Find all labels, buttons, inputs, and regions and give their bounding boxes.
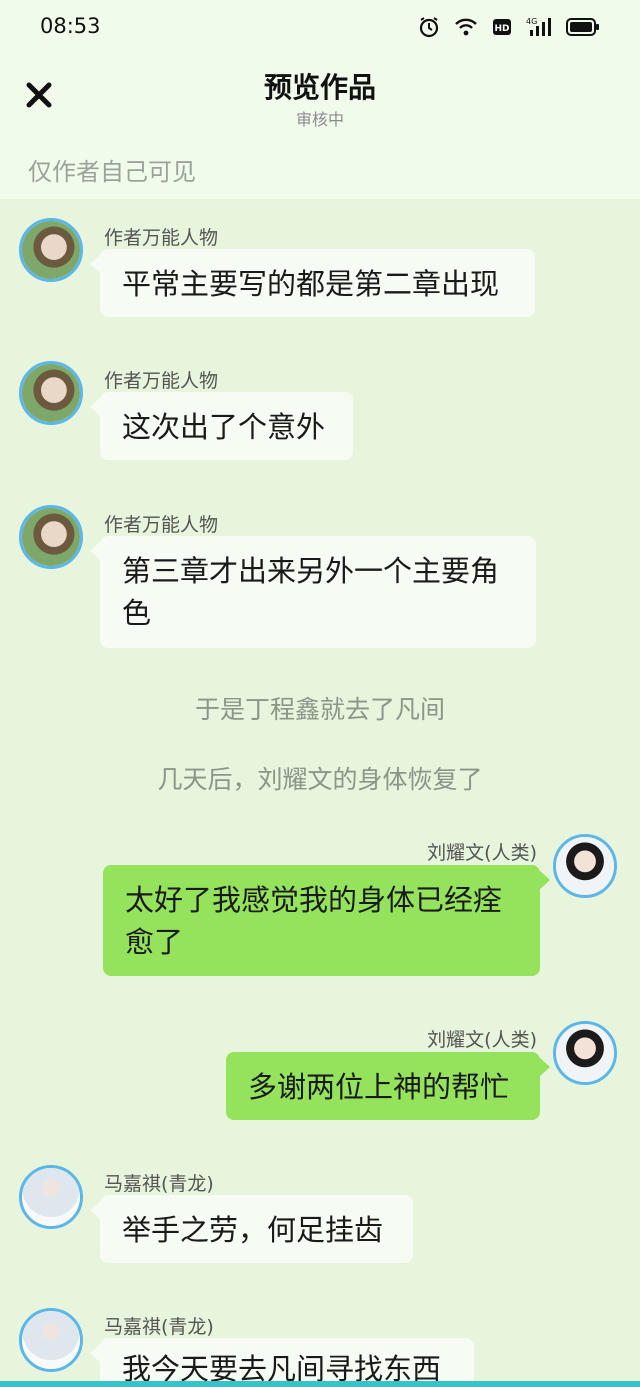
- nav-bar: 预览作品 审核中: [0, 56, 640, 142]
- sender-name: 刘耀文(人类): [427, 842, 537, 864]
- message-bubble[interactable]: 第三章才出来另外一个主要角色: [100, 536, 536, 648]
- message-bubble[interactable]: 举手之劳，何足挂齿: [100, 1195, 413, 1263]
- narration-text: 于是丁程鑫就去了凡间: [194, 695, 445, 724]
- avatar[interactable]: [19, 505, 83, 569]
- avatar[interactable]: [553, 834, 617, 898]
- message-bubble[interactable]: 我今天要去凡间寻找东西: [100, 1338, 474, 1387]
- visibility-note: 仅作者自己可见: [28, 158, 196, 186]
- svg-text:4G: 4G: [526, 17, 537, 26]
- avatar[interactable]: [19, 1165, 83, 1229]
- avatar[interactable]: [553, 1021, 617, 1085]
- sender-name: 作者万能人物: [104, 370, 219, 392]
- message-bubble[interactable]: 这次出了个意外: [100, 392, 353, 460]
- avatar[interactable]: [19, 361, 83, 425]
- review-status: 审核中: [295, 110, 344, 129]
- sender-name: 马嘉祺(青龙): [104, 1173, 214, 1195]
- status-icons: HD 4G: [418, 16, 600, 42]
- alarm-icon: [418, 16, 440, 42]
- page-title: 预览作品: [263, 71, 376, 104]
- sender-name: 作者万能人物: [104, 514, 219, 536]
- sender-name: 刘耀文(人类): [427, 1029, 537, 1051]
- sender-name: 马嘉祺(青龙): [104, 1316, 214, 1338]
- signal-icon: 4G: [526, 16, 552, 42]
- message-bubble[interactable]: 太好了我感觉我的身体已经痊愈了: [103, 865, 540, 976]
- status-time: 08:53: [40, 14, 101, 38]
- avatar[interactable]: [19, 1308, 83, 1372]
- battery-icon: [566, 18, 600, 40]
- message-bubble[interactable]: 多谢两位上神的帮忙: [226, 1052, 540, 1120]
- hd-icon: HD: [492, 17, 512, 41]
- avatar[interactable]: [19, 218, 83, 282]
- sender-name: 作者万能人物: [104, 227, 219, 249]
- svg-text:HD: HD: [494, 24, 509, 34]
- wifi-icon: [454, 17, 478, 41]
- bottom-accent-bar: [0, 1381, 640, 1387]
- header-area: 08:53 HD 4G 预览作品 审核中 仅作者自己可见: [0, 0, 640, 199]
- status-bar: 08:53 HD 4G: [0, 0, 640, 56]
- message-bubble[interactable]: 平常主要写的都是第二章出现: [100, 249, 535, 317]
- narration-text: 几天后，刘耀文的身体恢复了: [157, 765, 483, 794]
